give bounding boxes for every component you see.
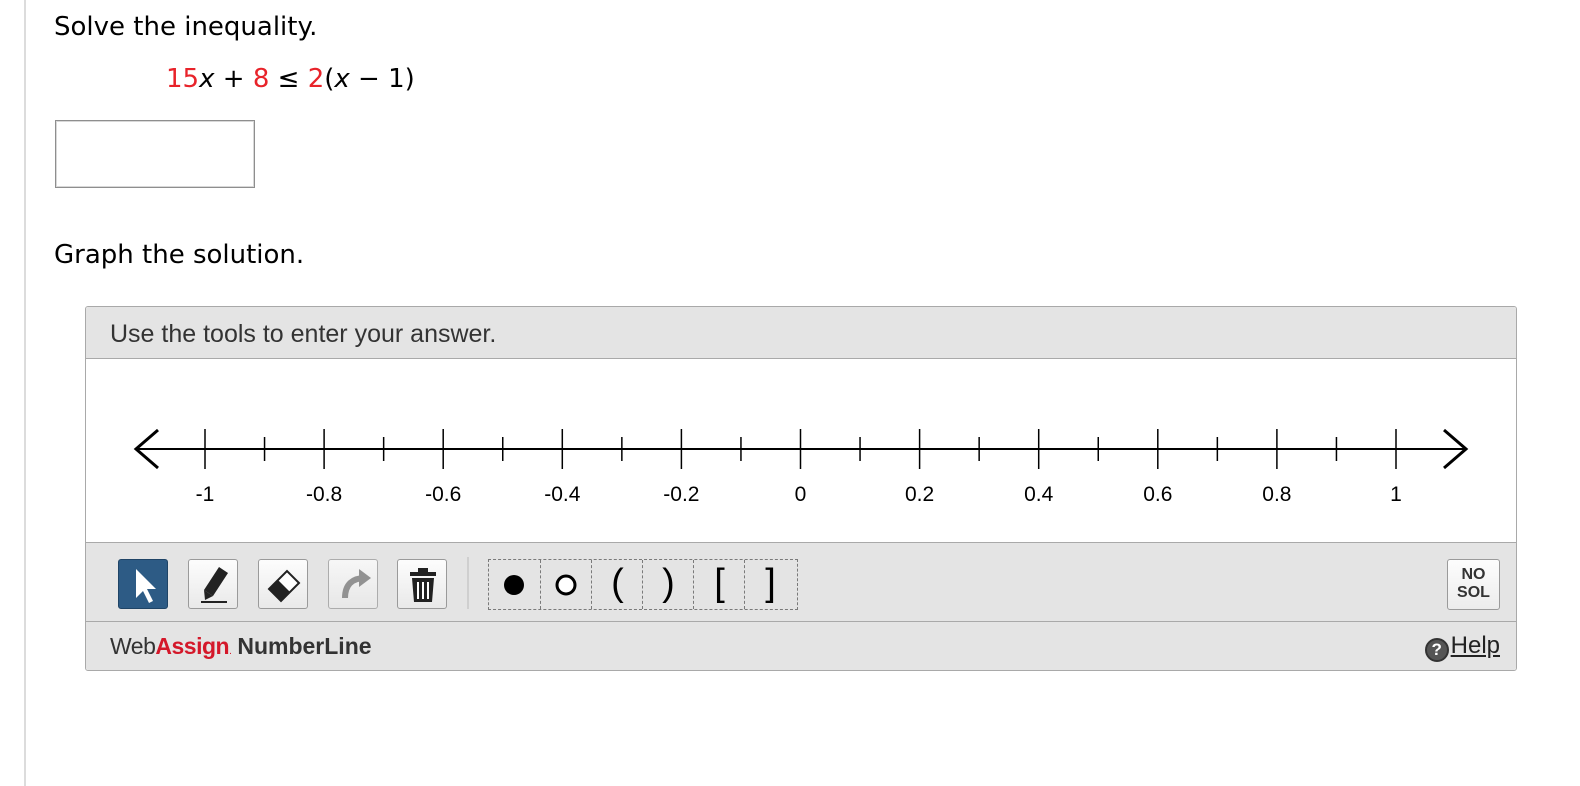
pencil-icon: [201, 567, 228, 603]
no-solution-line2: SOL: [1457, 584, 1490, 601]
open-bracket-glyph: [: [714, 562, 725, 604]
open-point-button[interactable]: [540, 560, 592, 609]
closed-point-button[interactable]: [489, 560, 540, 609]
inequality-expression: 15x + 8 ≤ 2(x − 1): [166, 64, 415, 94]
eraser-icon: [267, 569, 301, 603]
tick-label: 0: [795, 483, 807, 506]
tick-label: 1: [1390, 483, 1402, 506]
brand-assign: Assign: [155, 633, 230, 659]
widget-instruction: Use the tools to enter your answer.: [110, 320, 497, 348]
pencil-tool-button[interactable]: [188, 559, 238, 609]
toolbar: ( ) [ ] NO SOL: [86, 542, 1516, 622]
tick-label: -0.8: [306, 483, 342, 506]
number-line[interactable]: -1 -0.8 -0.6 -0.4 -0.2 0 0.2 0.4 0.6 0.8 1: [86, 359, 1516, 542]
no-solution-line1: NO: [1461, 566, 1486, 583]
no-solution-button[interactable]: NO SOL: [1447, 559, 1500, 610]
close-bracket-button[interactable]: ]: [744, 560, 796, 609]
variable-1: x: [199, 64, 215, 94]
open-paren-button[interactable]: (: [591, 560, 643, 609]
undo-icon: [342, 569, 371, 599]
close-paren-glyph: ): [662, 562, 675, 604]
filled-dot-icon: [504, 575, 524, 595]
tick-label: -0.2: [663, 483, 699, 506]
webassign-logo: WebAssign. NumberLine: [110, 633, 372, 660]
answer-input[interactable]: [55, 120, 255, 188]
open-dot-icon: [555, 574, 577, 596]
brand-dot: .: [229, 646, 232, 657]
open-paren-glyph: (: [611, 562, 624, 604]
plus-sign: +: [214, 64, 253, 94]
brand-product: NumberLine: [237, 633, 372, 659]
variable-2: x: [334, 64, 350, 94]
tick-label: -1: [196, 483, 215, 506]
eraser-tool-button[interactable]: [258, 559, 308, 609]
tick-label: 0.6: [1143, 483, 1172, 506]
less-equal-sign: ≤: [269, 64, 308, 94]
arrow-cursor-icon: [136, 569, 156, 603]
help-icon: ?: [1424, 638, 1449, 662]
trash-tool-button[interactable]: [397, 559, 447, 609]
undo-tool-button[interactable]: [328, 559, 378, 609]
trash-icon: [410, 568, 436, 602]
widget-header: Use the tools to enter your answer.: [86, 307, 1516, 359]
coefficient-1: 15: [166, 64, 200, 94]
close-bracket-glyph: ]: [765, 562, 776, 604]
open-paren: (: [324, 64, 335, 94]
endpoint-symbols: ( ) [ ]: [488, 559, 798, 610]
close-paren-button[interactable]: ): [642, 560, 694, 609]
tick-label: -0.6: [425, 483, 461, 506]
left-border-rule: [24, 0, 26, 786]
help-link[interactable]: ? Help: [1424, 632, 1500, 662]
widget-footer: WebAssign. NumberLine ? Help: [86, 622, 1516, 670]
open-bracket-button[interactable]: [: [693, 560, 745, 609]
tick-label: 0.4: [1024, 483, 1054, 506]
tick-label: 0.2: [905, 483, 934, 506]
minus-one-close: − 1): [349, 64, 415, 94]
number-line-canvas[interactable]: -1 -0.8 -0.6 -0.4 -0.2 0 0.2 0.4 0.6 0.8 1: [86, 359, 1516, 542]
select-tool-button[interactable]: [118, 559, 168, 609]
coefficient-2: 2: [307, 64, 325, 94]
constant-1: 8: [252, 64, 270, 94]
tick-label: 0.8: [1262, 483, 1291, 506]
question-prompt: Solve the inequality.: [54, 12, 318, 42]
graph-prompt: Graph the solution.: [54, 240, 305, 270]
brand-web: Web: [110, 633, 156, 659]
toolbar-separator: [467, 557, 469, 609]
numberline-widget: Use the tools to enter your answer. -1 -0…: [85, 306, 1517, 671]
tick-label: -0.4: [544, 483, 581, 506]
help-label: Help: [1450, 632, 1500, 659]
